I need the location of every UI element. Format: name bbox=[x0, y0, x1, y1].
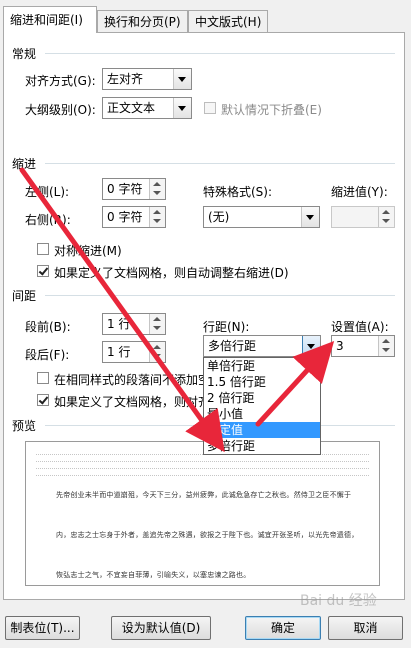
preview-dotted-line bbox=[36, 461, 369, 462]
ok-button[interactable]: 确定 bbox=[245, 616, 321, 640]
no-space-same-style-checkbox[interactable] bbox=[37, 372, 49, 384]
grid-adjust-label: 如果定义了文档网格，则自动调整右缩进(D) bbox=[54, 266, 289, 280]
space-after-value: 1 行 bbox=[107, 345, 131, 359]
set-value-spinner[interactable]: 3 bbox=[331, 335, 395, 357]
divider bbox=[45, 163, 395, 164]
space-before-value: 1 行 bbox=[107, 317, 131, 331]
space-before-spinner[interactable]: 1 行 bbox=[102, 313, 166, 335]
section-general-title: 常规 bbox=[12, 47, 37, 61]
mirror-indent-label: 对称缩进(M) bbox=[54, 244, 122, 258]
mirror-indent-checkbox[interactable] bbox=[37, 243, 49, 255]
set-value-value: 3 bbox=[336, 339, 344, 353]
divider bbox=[45, 295, 395, 296]
grid-adjust-checkbox[interactable] bbox=[37, 265, 49, 277]
preview-text-line: 内，忠志之士忘身于外者，盖追先帝之殊遇，欲报之于陛下也。诚宜开张圣听，以光先帝遗… bbox=[56, 531, 359, 539]
space-after-spinner[interactable]: 1 行 bbox=[102, 341, 166, 363]
spinner-arrows-icon[interactable] bbox=[149, 314, 165, 334]
alignment-label: 对齐方式(G): bbox=[25, 74, 96, 88]
spinner-arrows-icon[interactable] bbox=[378, 207, 394, 227]
space-before-label: 段前(B): bbox=[25, 320, 71, 334]
right-indent-spinner[interactable]: 0 字符 bbox=[102, 206, 166, 228]
line-spacing-select[interactable]: 多倍行距 bbox=[203, 335, 321, 357]
outline-level-select[interactable]: 正文文本 bbox=[102, 97, 192, 119]
preview-text-line: 先帝创业未半而中道崩殂，今天下三分，益州疲弊，此诚危急存亡之秋也。然侍卫之臣不懈… bbox=[56, 491, 352, 499]
collapse-checkbox[interactable] bbox=[204, 102, 216, 114]
spinner-arrows-icon[interactable] bbox=[149, 207, 165, 227]
divider bbox=[45, 53, 395, 54]
line-spacing-option-selected[interactable]: 固定值 bbox=[204, 422, 320, 438]
tab-indent-spacing[interactable]: 缩进和间距(I) bbox=[3, 6, 97, 33]
special-indent-value: (无) bbox=[208, 210, 230, 224]
right-indent-value: 0 字符 bbox=[107, 210, 143, 224]
set-default-button[interactable]: 设为默认值(D) bbox=[111, 616, 211, 640]
alignment-select[interactable]: 左对齐 bbox=[102, 68, 192, 90]
line-spacing-options-list: 单倍行距 1.5 倍行距 2 倍行距 最小值 固定值 多倍行距 bbox=[203, 357, 321, 455]
section-spacing-title: 间距 bbox=[12, 289, 37, 303]
no-space-same-style-label: 在相同样式的段落间不添加空格 bbox=[54, 373, 223, 387]
line-spacing-value: 多倍行距 bbox=[208, 339, 257, 353]
set-value-label: 设置值(A): bbox=[331, 320, 389, 334]
tab-asian-typography[interactable]: 中文版式(H) bbox=[188, 10, 268, 32]
left-indent-value: 0 字符 bbox=[107, 182, 143, 196]
tabs-button[interactable]: 制表位(T)... bbox=[5, 616, 80, 640]
outline-level-label: 大纲级别(O): bbox=[25, 103, 96, 117]
preview-dotted-line bbox=[36, 468, 369, 469]
left-indent-spinner[interactable]: 0 字符 bbox=[102, 178, 166, 200]
preview-dotted-line bbox=[36, 475, 369, 476]
special-indent-label: 特殊格式(S): bbox=[203, 185, 273, 199]
cancel-button[interactable]: 取消 bbox=[328, 616, 403, 640]
snap-to-grid-checkbox[interactable] bbox=[37, 394, 49, 406]
preview-box: 先帝创业未半而中道崩殂，今天下三分，益州疲弊，此诚危急存亡之秋也。然侍卫之臣不懈… bbox=[25, 441, 380, 586]
watermark: Bai du 经验 bbox=[300, 593, 377, 609]
right-indent-label: 右侧(R): bbox=[25, 213, 71, 227]
section-indent-title: 缩进 bbox=[12, 157, 37, 171]
indent-by-label: 缩进值(Y): bbox=[331, 185, 388, 199]
line-spacing-option[interactable]: 多倍行距 bbox=[204, 438, 320, 454]
chevron-down-icon[interactable] bbox=[301, 207, 319, 227]
spinner-arrows-icon[interactable] bbox=[378, 336, 394, 356]
line-spacing-option[interactable]: 最小值 bbox=[204, 406, 320, 422]
tab-line-page-breaks[interactable]: 换行和分页(P) bbox=[97, 10, 188, 32]
chevron-down-icon[interactable] bbox=[173, 98, 191, 118]
special-indent-select[interactable]: (无) bbox=[203, 206, 320, 228]
alignment-value: 左对齐 bbox=[107, 72, 144, 86]
preview-text-line: 恢弘志士之气，不宜妄自菲薄，引喻失义，以塞忠谏之路也。 bbox=[56, 571, 251, 579]
left-indent-label: 左侧(L): bbox=[25, 185, 70, 199]
chevron-down-icon[interactable] bbox=[173, 69, 191, 89]
line-spacing-label: 行距(N): bbox=[203, 320, 250, 334]
line-spacing-option[interactable]: 单倍行距 bbox=[204, 358, 320, 374]
spinner-arrows-icon[interactable] bbox=[149, 342, 165, 362]
chevron-down-icon[interactable] bbox=[302, 336, 320, 356]
indent-by-spinner[interactable] bbox=[331, 206, 395, 228]
line-spacing-option[interactable]: 2 倍行距 bbox=[204, 390, 320, 406]
space-after-label: 段后(F): bbox=[25, 348, 70, 362]
spinner-arrows-icon[interactable] bbox=[149, 179, 165, 199]
snap-to-grid-label: 如果定义了文档网格，则对齐到 bbox=[54, 395, 223, 409]
line-spacing-option[interactable]: 1.5 倍行距 bbox=[204, 374, 320, 390]
tab-bar: 缩进和间距(I) 换行和分页(P) 中文版式(H) bbox=[0, 0, 411, 33]
collapse-label: 默认情况下折叠(E) bbox=[221, 103, 322, 117]
section-preview-title: 预览 bbox=[12, 419, 37, 433]
outline-level-value: 正文文本 bbox=[107, 101, 156, 115]
